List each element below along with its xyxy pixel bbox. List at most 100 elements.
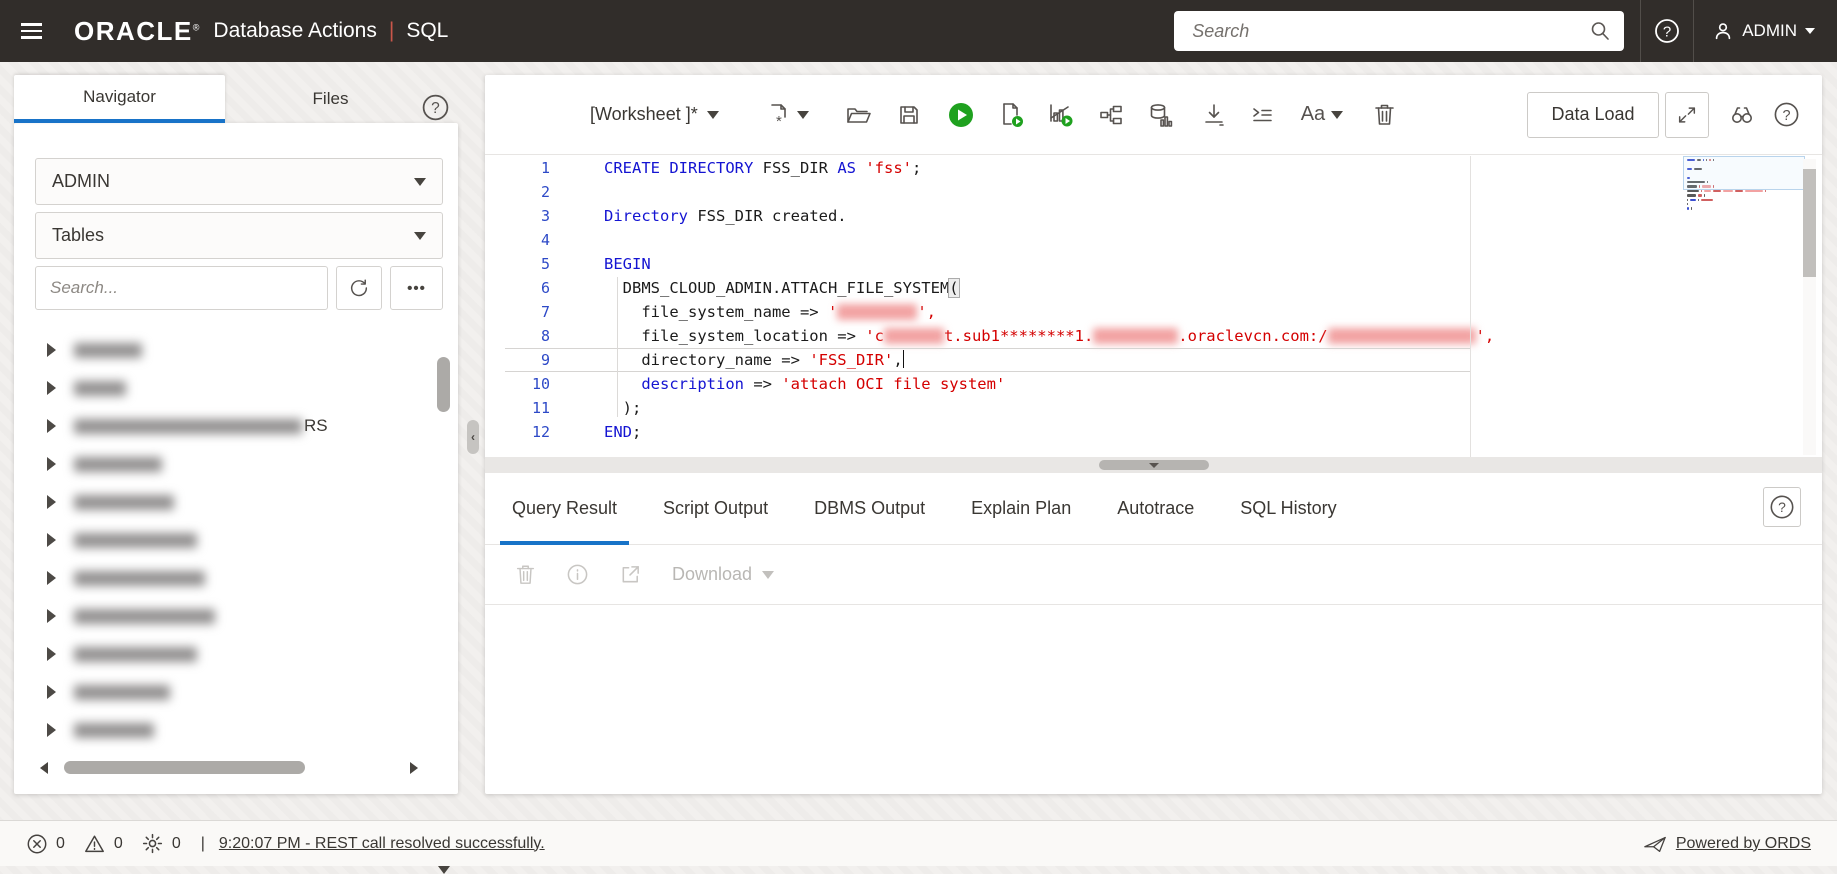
run-statement-button[interactable] <box>947 101 975 129</box>
results-help-button[interactable]: ? <box>1763 487 1801 527</box>
expand-arrow-icon[interactable] <box>47 609 56 623</box>
code-line[interactable]: 10 description => 'attach OCI file syste… <box>485 372 1822 396</box>
worksheet-selector[interactable]: [Worksheet ]* <box>590 104 719 125</box>
clear-worksheet-button[interactable] <box>1373 102 1396 127</box>
list-item[interactable] <box>14 331 414 369</box>
more-actions-button[interactable]: ••• <box>390 266 443 310</box>
refresh-button[interactable] <box>336 266 382 310</box>
clear-results-button[interactable] <box>515 563 536 586</box>
list-item[interactable] <box>14 445 414 483</box>
expand-arrow-icon[interactable] <box>47 647 56 661</box>
expand-arrow-icon[interactable] <box>47 685 56 699</box>
code-text: BEGIN <box>604 255 651 273</box>
minimap-viewport[interactable] <box>1683 156 1805 190</box>
sql-code-editor[interactable]: 1 CREATE DIRECTORY FSS_DIR AS 'fss'; 2 3 Dir… <box>485 156 1822 457</box>
object-search-input[interactable] <box>35 266 328 310</box>
tab-navigator[interactable]: Navigator <box>14 75 225 123</box>
redacted-object-name <box>74 684 170 700</box>
list-item[interactable] <box>14 559 414 597</box>
object-list-vertical-scrollbar[interactable] <box>437 334 450 874</box>
list-item[interactable] <box>14 521 414 559</box>
code-line[interactable]: 11 ); <box>485 396 1822 420</box>
open-file-button[interactable] <box>845 103 871 127</box>
scrollbar-thumb[interactable] <box>437 357 450 412</box>
header-help-button[interactable]: ? <box>1641 0 1693 62</box>
code-line[interactable]: 3 Directory FSS_DIR created. <box>485 204 1822 228</box>
object-type-select[interactable]: Tables <box>35 212 443 259</box>
data-load-button[interactable]: Data Load <box>1527 91 1659 138</box>
code-line[interactable]: 6 DBMS_CLOUD_ADMIN.ATTACH_FILE_SYSTEM( <box>485 276 1822 300</box>
expand-arrow-icon[interactable] <box>47 343 56 357</box>
expand-arrow-icon[interactable] <box>47 533 56 547</box>
open-in-new-window-button[interactable] <box>619 563 642 586</box>
tab-autotrace[interactable]: Autotrace <box>1117 473 1194 545</box>
list-item[interactable] <box>14 369 414 407</box>
scroll-down-arrow-icon[interactable] <box>438 866 450 874</box>
process-count: 0 <box>141 832 181 855</box>
sql-history-button[interactable] <box>1148 102 1174 128</box>
editor-vertical-scrollbar[interactable] <box>1803 159 1816 455</box>
list-item[interactable] <box>14 673 414 711</box>
tab-sql-history[interactable]: SQL History <box>1240 473 1336 545</box>
code-line[interactable]: 2 <box>485 180 1822 204</box>
list-item[interactable] <box>14 711 414 749</box>
code-line[interactable]: 7 file_system_name => ' ', <box>485 300 1822 324</box>
download-editor-button[interactable] <box>1202 102 1226 128</box>
expand-arrow-icon[interactable] <box>47 419 56 433</box>
scrollbar-thumb[interactable] <box>64 761 305 774</box>
list-item[interactable] <box>14 635 414 673</box>
panel-splitter-handle[interactable]: ‹ <box>467 420 479 454</box>
expand-editor-button[interactable] <box>1665 91 1709 138</box>
code-line[interactable]: 5 BEGIN <box>485 252 1822 276</box>
list-item[interactable] <box>14 483 414 521</box>
info-button[interactable] <box>566 563 589 586</box>
autotrace-button[interactable] <box>1047 101 1074 128</box>
user-menu[interactable]: ADMIN <box>1694 0 1837 62</box>
worksheet-help-button[interactable]: ? <box>1773 101 1800 128</box>
code-line[interactable]: 4 <box>485 228 1822 252</box>
font-size-button[interactable]: Aa <box>1300 103 1344 126</box>
tab-script-output[interactable]: Script Output <box>663 473 768 545</box>
tab-explain-plan[interactable]: Explain Plan <box>971 473 1071 545</box>
font-size-label: Aa <box>1300 103 1326 125</box>
find-button[interactable] <box>1729 103 1755 127</box>
status-message-link[interactable]: 9:20:07 PM - REST call resolved successf… <box>219 835 545 853</box>
list-item[interactable] <box>14 597 414 635</box>
expand-arrow-icon[interactable] <box>47 457 56 471</box>
scroll-left-arrow-icon[interactable] <box>40 762 48 774</box>
powered-by-ords[interactable]: Powered by ORDS <box>1643 834 1811 854</box>
chevron-down-icon <box>796 110 809 119</box>
redacted-object-name <box>74 722 154 738</box>
expand-arrow-icon[interactable] <box>47 571 56 585</box>
explain-plan-button[interactable] <box>1098 103 1124 127</box>
code-line[interactable]: 1 CREATE DIRECTORY FSS_DIR AS 'fss'; <box>485 156 1822 180</box>
redacted-code-segment <box>883 328 944 344</box>
warning-count: 0 <box>83 833 123 855</box>
tab-files[interactable]: Files <box>225 75 436 123</box>
code-line[interactable]: 8 file_system_location => 'c t.sub1******… <box>485 324 1822 348</box>
hamburger-menu-icon[interactable] <box>0 0 62 62</box>
redacted-object-name <box>74 380 126 396</box>
expand-arrow-icon[interactable] <box>47 495 56 509</box>
save-button[interactable] <box>897 103 921 127</box>
format-button[interactable] <box>1250 103 1275 127</box>
schema-select[interactable]: ADMIN <box>35 158 443 205</box>
sidebar-help-button[interactable]: ? <box>421 93 450 122</box>
tab-dbms-output[interactable]: DBMS Output <box>814 473 925 545</box>
expand-arrow-icon[interactable] <box>47 723 56 737</box>
download-results-button[interactable]: Download <box>672 564 775 585</box>
object-list-horizontal-scrollbar[interactable] <box>14 760 458 776</box>
code-line[interactable]: 9 directory_name => 'FSS_DIR', <box>485 348 1822 372</box>
scroll-right-arrow-icon[interactable] <box>410 762 418 774</box>
code-line[interactable]: 12 END; <box>485 420 1822 444</box>
global-search-input[interactable] <box>1174 11 1625 51</box>
search-icon[interactable] <box>1588 19 1612 43</box>
expand-arrow-icon[interactable] <box>47 381 56 395</box>
editor-results-splitter[interactable] <box>485 457 1822 473</box>
run-script-button[interactable] <box>999 101 1025 128</box>
list-item[interactable]: RS <box>14 407 414 445</box>
scrollbar-thumb[interactable] <box>1803 169 1816 277</box>
tab-query-result[interactable]: Query Result <box>499 473 630 545</box>
new-worksheet-button[interactable]: * <box>767 102 809 128</box>
editor-minimap[interactable] <box>1683 156 1805 259</box>
